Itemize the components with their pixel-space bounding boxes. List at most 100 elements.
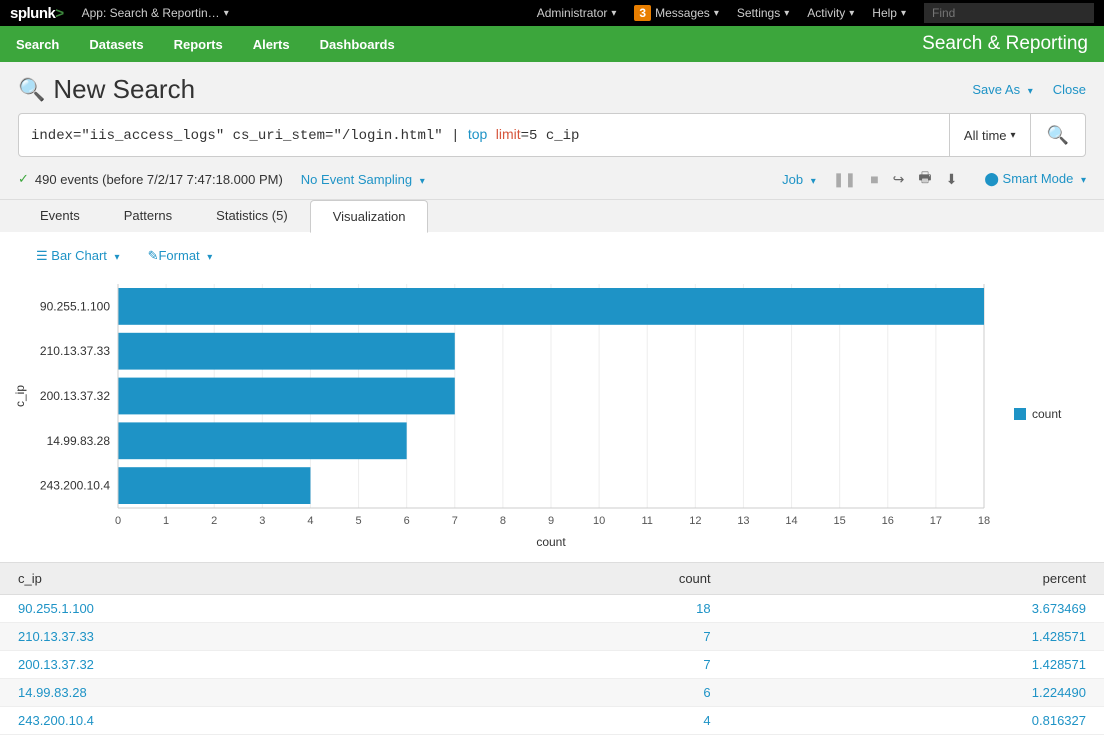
svg-text:5: 5	[355, 515, 361, 527]
save-as-button[interactable]: Save As ▾	[972, 82, 1032, 97]
chart-type-button[interactable]: ☰ Bar Chart ▾	[36, 248, 120, 264]
search-query-input[interactable]: index="iis_access_logs" cs_uri_stem="/lo…	[19, 114, 949, 156]
cell-ip[interactable]: 14.99.83.28	[0, 679, 486, 707]
nav-dashboards[interactable]: Dashboards	[320, 37, 395, 52]
cell-ip[interactable]: 243.200.10.4	[0, 707, 486, 735]
svg-text:200.13.37.32: 200.13.37.32	[40, 389, 110, 403]
nav-datasets[interactable]: Datasets	[89, 37, 143, 52]
nav-alerts[interactable]: Alerts	[253, 37, 290, 52]
chevron-down-icon: ▾	[1028, 86, 1033, 97]
page-title: New Search	[53, 74, 195, 105]
chevron-down-icon: ▾	[714, 8, 719, 19]
job-menu[interactable]: Job ▾	[782, 172, 816, 187]
table-row[interactable]: 90.255.1.100183.673469	[0, 595, 1104, 623]
help-menu[interactable]: Help▾	[872, 6, 906, 20]
nav-reports[interactable]: Reports	[174, 37, 223, 52]
close-button[interactable]: Close	[1053, 82, 1086, 97]
svg-text:13: 13	[737, 515, 749, 527]
cell-ip[interactable]: 210.13.37.33	[0, 623, 486, 651]
svg-text:1: 1	[163, 515, 169, 527]
table-row[interactable]: 210.13.37.3371.428571	[0, 623, 1104, 651]
bar-chart: 012345678910111213141516171890.255.1.100…	[10, 274, 1014, 554]
col-c-ip[interactable]: c_ip	[0, 563, 486, 595]
chevron-down-icon: ▾	[611, 8, 616, 19]
svg-text:8: 8	[500, 515, 506, 527]
share-icon[interactable]: ↪	[893, 171, 905, 188]
nav-search[interactable]: Search	[16, 37, 59, 52]
svg-text:17: 17	[930, 515, 942, 527]
table-row[interactable]: 243.200.10.440.816327	[0, 707, 1104, 735]
chevron-down-icon: ▾	[849, 8, 854, 19]
svg-text:2: 2	[211, 515, 217, 527]
chevron-down-icon: ▾	[901, 8, 906, 19]
svg-text:15: 15	[834, 515, 846, 527]
cell-percent[interactable]: 0.816327	[729, 707, 1104, 735]
table-row[interactable]: 200.13.37.3271.428571	[0, 651, 1104, 679]
cell-percent[interactable]: 1.428571	[729, 623, 1104, 651]
time-range-picker[interactable]: All time ▾	[949, 114, 1030, 156]
pause-icon[interactable]: ❚❚	[833, 171, 856, 188]
results-table: c_ip count percent 90.255.1.100183.67346…	[0, 562, 1104, 735]
app-nav-bar: Search Datasets Reports Alerts Dashboard…	[0, 26, 1104, 62]
svg-text:c_ip: c_ip	[13, 385, 27, 407]
print-icon[interactable]: 🖶	[918, 167, 931, 191]
chevron-down-icon: ▾	[115, 252, 120, 263]
messages-badge: 3	[634, 5, 651, 21]
col-count[interactable]: count	[486, 563, 729, 595]
table-row[interactable]: 14.99.83.2861.224490	[0, 679, 1104, 707]
svg-text:10: 10	[593, 515, 605, 527]
magnify-icon: 🔍	[1047, 125, 1069, 146]
svg-text:3: 3	[259, 515, 265, 527]
cell-ip[interactable]: 90.255.1.100	[0, 595, 486, 623]
cell-count[interactable]: 18	[486, 595, 729, 623]
logo: splunk>	[10, 5, 64, 22]
cell-count[interactable]: 4	[486, 707, 729, 735]
tab-events[interactable]: Events	[18, 200, 102, 232]
event-count: 490 events (before 7/2/17 7:47:18.000 PM…	[35, 172, 283, 187]
stop-icon[interactable]: ■	[870, 171, 878, 187]
cell-percent[interactable]: 3.673469	[729, 595, 1104, 623]
administrator-menu[interactable]: Administrator▾	[537, 6, 617, 20]
tab-patterns[interactable]: Patterns	[102, 200, 194, 232]
col-percent[interactable]: percent	[729, 563, 1104, 595]
svg-text:243.200.10.4: 243.200.10.4	[40, 479, 110, 493]
find-input[interactable]	[924, 3, 1094, 23]
chevron-down-icon: ▾	[1011, 130, 1016, 141]
svg-text:14.99.83.28: 14.99.83.28	[47, 434, 111, 448]
chevron-down-icon: ▾	[784, 8, 789, 19]
chevron-down-icon: ▾	[224, 8, 229, 19]
chevron-down-icon: ▾	[1081, 175, 1086, 186]
search-run-button[interactable]: 🔍	[1030, 114, 1085, 156]
svg-text:16: 16	[882, 515, 894, 527]
cell-count[interactable]: 7	[486, 651, 729, 679]
chevron-down-icon: ▾	[207, 252, 212, 263]
svg-text:0: 0	[115, 515, 121, 527]
cell-count[interactable]: 7	[486, 623, 729, 651]
app-selector[interactable]: App: Search & Reportin…▾	[82, 6, 229, 20]
app-title: Search & Reporting	[922, 33, 1088, 55]
svg-text:90.255.1.100: 90.255.1.100	[40, 299, 110, 313]
svg-text:7: 7	[452, 515, 458, 527]
svg-text:18: 18	[978, 515, 990, 527]
svg-text:count: count	[536, 535, 566, 549]
cell-percent[interactable]: 1.428571	[729, 651, 1104, 679]
cell-ip[interactable]: 200.13.37.32	[0, 651, 486, 679]
cell-count[interactable]: 6	[486, 679, 729, 707]
results-tabs: Events Patterns Statistics (5) Visualiza…	[0, 199, 1104, 232]
cell-percent[interactable]: 1.224490	[729, 679, 1104, 707]
activity-menu[interactable]: Activity▾	[807, 6, 854, 20]
settings-menu[interactable]: Settings▾	[737, 6, 789, 20]
chevron-down-icon: ▾	[420, 176, 425, 187]
tab-statistics[interactable]: Statistics (5)	[194, 200, 310, 232]
tab-visualization[interactable]: Visualization	[310, 200, 429, 233]
svg-text:6: 6	[404, 515, 410, 527]
format-button[interactable]: ✎Format ▾	[148, 248, 213, 264]
chevron-down-icon: ▾	[811, 176, 816, 187]
check-icon: ✓	[18, 171, 29, 187]
event-sampling-button[interactable]: No Event Sampling ▾	[301, 172, 425, 187]
search-box: index="iis_access_logs" cs_uri_stem="/lo…	[18, 113, 1086, 157]
legend-swatch	[1014, 408, 1026, 420]
messages-menu[interactable]: 3Messages▾	[634, 5, 718, 21]
search-mode-button[interactable]: ⬤ Smart Mode ▾	[984, 171, 1086, 187]
download-icon[interactable]: ⬇	[946, 171, 958, 188]
